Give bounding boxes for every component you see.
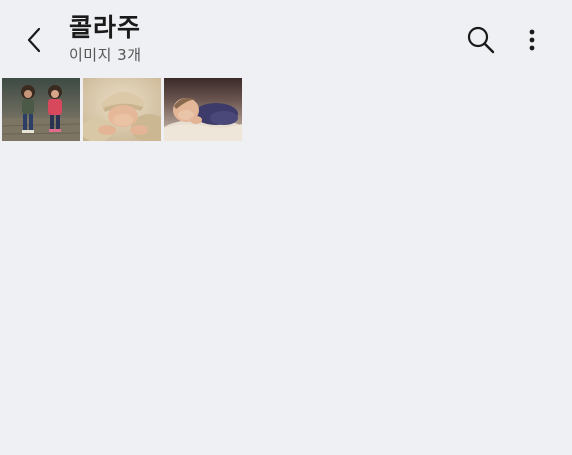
image-thumbnail-baby-hat[interactable] (83, 78, 161, 141)
image-count: 이미지 3개 (69, 46, 142, 64)
image-grid (2, 78, 242, 141)
image-thumbnail-children[interactable] (2, 78, 80, 141)
back-button[interactable] (17, 22, 51, 58)
title-block: 콜라주 이미지 3개 (69, 12, 142, 65)
app-header: 콜라주 이미지 3개 (0, 0, 572, 74)
collage-screen: 콜라주 이미지 3개 (0, 0, 572, 455)
search-button[interactable] (463, 22, 499, 58)
more-vertical-icon (529, 29, 535, 51)
chevron-left-icon (27, 27, 41, 53)
more-options-button[interactable] (518, 22, 546, 58)
search-icon (467, 26, 495, 54)
image-thumbnail-sleeping-baby[interactable] (164, 78, 242, 141)
page-title: 콜라주 (69, 13, 142, 42)
